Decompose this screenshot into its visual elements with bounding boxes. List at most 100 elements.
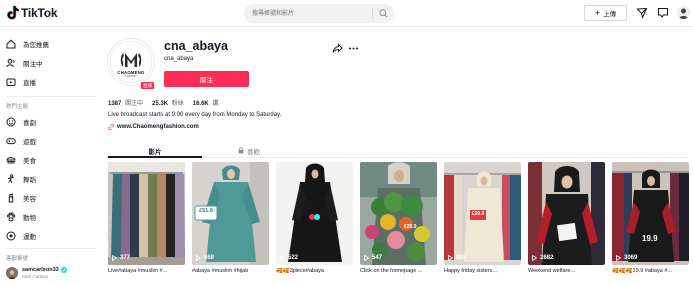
chaomeng-logo-image: [109, 40, 153, 84]
view-count: 2682: [532, 255, 553, 261]
logo-text: TikTok: [21, 5, 58, 20]
video-thumbnail[interactable]: £29.9 885: [444, 162, 521, 265]
video-caption[interactable]: #abaya #muslim #hijab: [192, 268, 269, 274]
stat-followers-label: 粉絲: [171, 101, 184, 107]
sidebar-divider: [6, 248, 96, 249]
messages-icon[interactable]: [636, 7, 648, 19]
play-icon: [112, 255, 117, 261]
profile-link-text: www.Chaomengfashion.com: [117, 124, 199, 130]
share-icon[interactable]: [332, 43, 343, 54]
nav-following[interactable]: 關注中: [6, 57, 43, 69]
topic-dance[interactable]: 舞蹈: [6, 173, 36, 185]
view-count: 377: [112, 255, 130, 261]
topic-animals[interactable]: 動物: [6, 211, 36, 223]
account-name: samcarlson33: [22, 267, 59, 273]
nav-for-you-label: 為您推薦: [23, 42, 49, 49]
video-card[interactable]: £51.6 668 #abaya #muslim #hijab: [192, 162, 269, 274]
stat-followers[interactable]: 25.3K 粉絲: [152, 98, 184, 107]
follow-button[interactable]: 關注: [164, 71, 249, 87]
video-card[interactable]: 377 Live#abaya #muslim #...: [108, 162, 185, 274]
play-icon: [196, 255, 201, 261]
tab-liked-label: 喜歡: [247, 148, 260, 156]
sidebar: 為您推薦 關注中 直播 熱門主題 喜劇 遊戲 美食 舞蹈 美容 動物 運動 客觀…: [0, 28, 100, 284]
gaming-icon: [6, 138, 16, 145]
topics-heading: 熱門主題: [6, 104, 29, 110]
video-caption[interactable]: 🥰🥰3piece#abaya: [276, 268, 353, 274]
tiktok-logo[interactable]: TikTok: [6, 5, 58, 20]
profile-nickname: cna_abaya: [164, 56, 194, 62]
topic-gaming[interactable]: 遊戲: [6, 135, 36, 147]
stat-following[interactable]: 1387 關注中: [108, 98, 143, 107]
tab-liked[interactable]: 喜歡: [202, 143, 296, 158]
upload-label: 上傳: [603, 11, 617, 18]
live-badge: 直播: [141, 82, 154, 89]
play-icon: [448, 255, 453, 261]
video-thumbnail[interactable]: £51.6 668: [192, 162, 269, 265]
suggested-accounts-heading: 客觀帳號: [6, 256, 29, 262]
upload-button[interactable]: + 上傳: [584, 5, 627, 21]
beauty-icon: [8, 193, 14, 203]
view-count-value: 547: [372, 255, 383, 261]
live-icon: [6, 78, 16, 86]
topic-sports[interactable]: 運動: [6, 230, 36, 242]
price-tag: £51.6: [199, 208, 213, 214]
animals-icon: [6, 212, 16, 222]
profile-avatar-button[interactable]: [677, 6, 690, 19]
video-caption[interactable]: 🥰🥰🥰19.9 #abaya #...: [612, 268, 689, 274]
more-options-icon[interactable]: [348, 43, 359, 54]
topic-beauty[interactable]: 美容: [6, 192, 36, 204]
video-caption[interactable]: Live#abaya #muslim #...: [108, 268, 185, 274]
profile-link[interactable]: www.Chaomengfashion.com: [108, 124, 199, 130]
video-card[interactable]: 522 🥰🥰3piece#abaya: [276, 162, 353, 274]
profile-avatar[interactable]: CHAOMENG FASHION: [107, 38, 155, 86]
profile-bio: Live broadcast starts at 9:00 every day …: [108, 112, 282, 118]
link-icon: [108, 124, 114, 130]
nav-live-label: 直播: [23, 80, 36, 87]
video-thumbnail[interactable]: 522: [276, 162, 353, 265]
video-caption[interactable]: Click on the homepage ...: [360, 268, 437, 274]
play-icon: [616, 255, 621, 261]
video-thumbnail[interactable]: 2682: [528, 162, 605, 265]
search-bar: [244, 4, 394, 23]
view-count-value: 522: [288, 255, 299, 261]
view-count: 547: [364, 255, 382, 261]
suggested-account[interactable]: samcarlson33 Sam Carlson: [6, 267, 67, 279]
video-card[interactable]: £29.9 885 Happy friday sisters...: [444, 162, 521, 274]
account-avatar: [6, 267, 18, 279]
top-bar: TikTok + 上傳: [0, 0, 693, 27]
topic-comedy[interactable]: 喜劇: [6, 116, 36, 128]
video-thumbnail-image: [528, 162, 605, 265]
video-thumbnail-image: [108, 162, 185, 265]
sign-text: 19.9: [642, 234, 658, 243]
video-caption[interactable]: Weekend welfare...: [528, 268, 605, 274]
sidebar-divider: [6, 96, 96, 97]
topic-food[interactable]: 美食: [6, 154, 36, 166]
stat-likes: 16.6K 讚: [193, 98, 219, 107]
inbox-icon[interactable]: [657, 7, 669, 19]
video-card[interactable]: 19.9 3069 🥰🥰🥰19.9 #abaya #...: [612, 162, 689, 274]
topic-comedy-label: 喜劇: [23, 120, 36, 127]
profile-stats: 1387 關注中 25.3K 粉絲 16.6K 讚: [108, 98, 218, 107]
play-icon: [364, 255, 369, 261]
nav-for-you[interactable]: 為您推薦: [6, 38, 49, 50]
search-icon: [378, 9, 387, 18]
play-icon: [532, 255, 537, 261]
video-caption[interactable]: Happy friday sisters...: [444, 268, 521, 274]
video-thumbnail[interactable]: 19.9 3069: [612, 162, 689, 265]
video-thumbnail[interactable]: €25.9 547: [360, 162, 437, 265]
video-card[interactable]: €25.9 547 Click on the homepage ...: [360, 162, 437, 274]
price-tag: £29.9: [471, 211, 485, 217]
video-thumbnail[interactable]: 377: [108, 162, 185, 265]
active-tab-indicator: [108, 156, 202, 158]
profile-username: cna_abaya: [164, 39, 228, 53]
search-input[interactable]: [252, 4, 370, 23]
tiktok-logo-icon: [6, 5, 19, 20]
plus-icon: +: [594, 7, 601, 18]
video-card[interactable]: 2682 Weekend welfare...: [528, 162, 605, 274]
nav-live[interactable]: 直播: [6, 76, 36, 88]
view-count: 668: [196, 255, 214, 261]
video-thumbnail-image: [612, 162, 689, 265]
view-count-value: 2682: [540, 255, 554, 261]
search-button[interactable]: [376, 7, 390, 20]
view-count-value: 3069: [624, 255, 638, 261]
